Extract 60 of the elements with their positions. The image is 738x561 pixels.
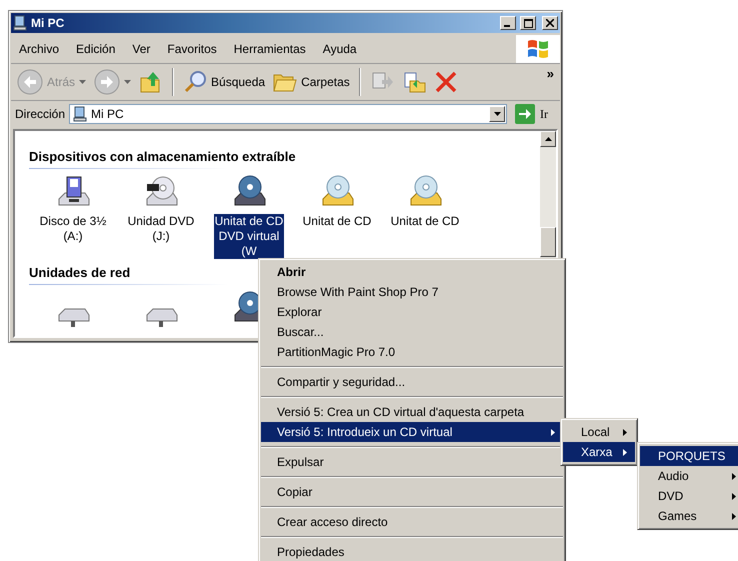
window-title: Mi PC (31, 16, 66, 30)
menu-item[interactable]: DVD (640, 486, 738, 506)
menu-item[interactable]: Xarxa (563, 442, 635, 462)
dropdown-button[interactable] (489, 106, 505, 122)
menu-item[interactable]: Copiar (261, 482, 563, 502)
menu-item[interactable]: Ayuda (314, 42, 366, 56)
menu-item[interactable]: Archivo (11, 42, 68, 56)
close-button[interactable] (542, 16, 558, 30)
computer-icon (13, 15, 27, 31)
drive-label[interactable]: Unidad DVD (J:) (126, 214, 196, 244)
close-icon (546, 19, 554, 27)
toolbar-label[interactable]: Búsqueda (211, 75, 266, 89)
group-heading: Dispositivos con almacenamiento extraíble (29, 149, 296, 164)
submenu-arrow-icon (732, 512, 736, 520)
copy-to-icon[interactable] (402, 70, 426, 94)
menu-item[interactable]: Favoritos (159, 42, 226, 56)
menu-item[interactable]: Games (640, 506, 738, 526)
toolbar-label[interactable]: Carpetas (301, 75, 350, 89)
drive-label[interactable]: Unitat de CD (302, 214, 372, 229)
delete-icon[interactable] (434, 70, 458, 94)
menu-item[interactable]: Local (563, 422, 635, 442)
more-chevron[interactable]: » (546, 66, 554, 81)
drive-label[interactable]: Unitat de CD DVD virtual (W (214, 214, 284, 259)
drive-label[interactable]: Unitat de CD (390, 214, 460, 229)
caret-icon (494, 112, 500, 116)
menu-item[interactable]: Buscar... (261, 322, 563, 342)
address-value: Mi PC (91, 107, 124, 121)
maximize-icon (524, 18, 532, 28)
group-heading: Unidades de red (29, 265, 130, 280)
menu-item[interactable]: PORQUETS (640, 446, 738, 466)
menu-item[interactable]: Edición (68, 42, 124, 56)
maximize-button[interactable] (520, 16, 536, 30)
scroll-thumb[interactable] (540, 227, 556, 257)
submenu-arrow-icon (732, 492, 736, 500)
menu-item[interactable]: Abrir (261, 262, 563, 282)
menu-item[interactable]: Browse With Paint Shop Pro 7 (261, 282, 563, 302)
submenu-arrow-icon (623, 428, 627, 436)
submenu-arrow-icon (623, 448, 627, 456)
menu-item[interactable]: Ver (124, 42, 160, 56)
menu-item[interactable]: Crear acceso directo (261, 512, 563, 532)
menu-item[interactable]: Versió 5: Crea un CD virtual d'aquesta carpeta (261, 402, 563, 422)
menu-item[interactable]: Compartir y seguridad... (261, 372, 563, 392)
menu-item[interactable]: Propiedades (261, 542, 563, 561)
menu-item[interactable]: Versió 5: Introdueix un CD virtual (261, 422, 563, 442)
menu-item[interactable]: PartitionMagic Pro 7.0 (261, 342, 563, 362)
computer-icon (73, 106, 88, 122)
menu-item[interactable]: Expulsar (261, 452, 563, 472)
menu-item[interactable]: Herramientas (226, 42, 315, 56)
drive-label[interactable]: Disco de 3½ (A:) (38, 214, 108, 244)
scroll-up-icon (544, 137, 552, 141)
menu-item[interactable]: Audio (640, 466, 738, 486)
go-button[interactable]: Ir (511, 104, 556, 124)
submenu-arrow-icon (732, 472, 736, 480)
submenu-arrow-icon (551, 428, 555, 436)
minimize-button[interactable] (500, 16, 516, 30)
search-icon[interactable] (183, 70, 208, 94)
address-label: Dirección (15, 107, 66, 121)
address-field[interactable]: Mi PC (69, 104, 507, 124)
menu-item[interactable]: Explorar (261, 302, 563, 322)
windows-logo (516, 35, 560, 63)
